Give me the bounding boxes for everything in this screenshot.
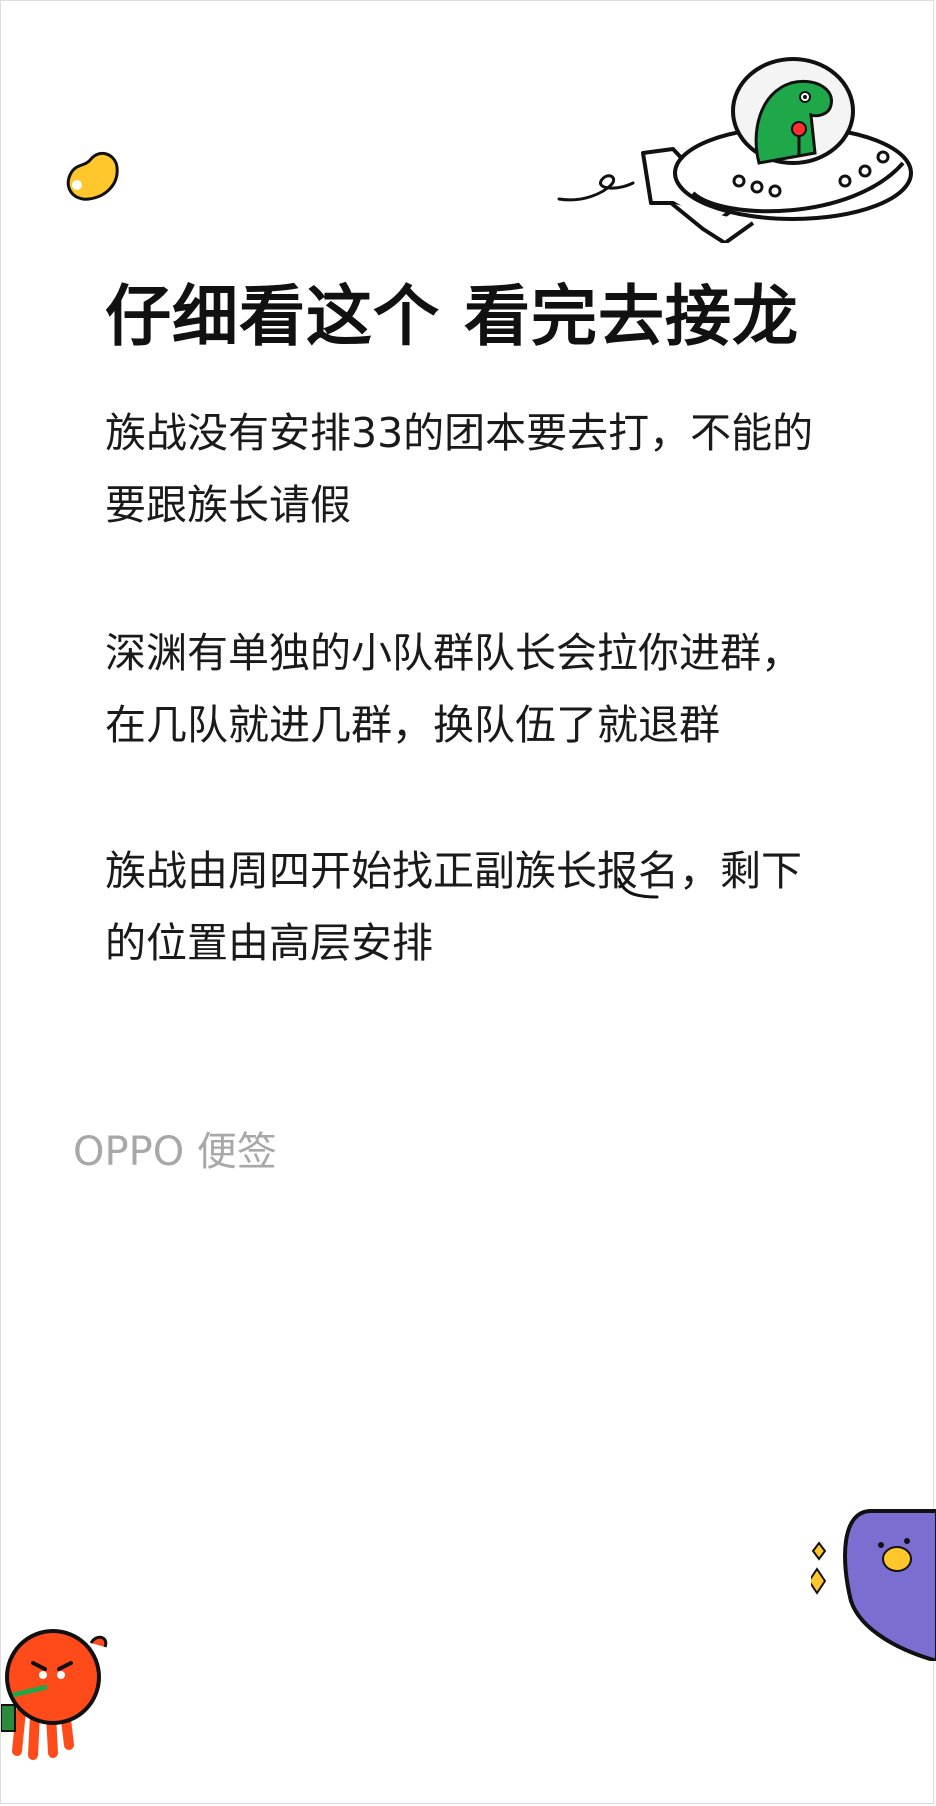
dinosaur-ufo-sticker: [557, 57, 913, 243]
note-paragraph-2: 深渊有单独的小队群队长会拉你进群， 在几队就进几群，换队伍了就退群: [105, 617, 845, 761]
yellow-bean-icon: [66, 151, 119, 201]
paragraph-line: 在几队就进几群，换队伍了就退群: [105, 701, 720, 749]
note-paragraph-3: 族战由周四开始找正副族长报名，剩下 的位置由高层安排: [105, 835, 845, 979]
orange-octopus-sticker: [1, 1629, 108, 1760]
paragraph-line: 族战没有安排33的团本要去打，不能的: [105, 409, 814, 457]
paragraph-line: 深渊有单独的小队群队长会拉你进群，: [105, 629, 802, 677]
paragraph-line: 族战由周四开始找正副族长报名，剩下: [105, 847, 802, 895]
purple-character-sticker: [811, 1509, 936, 1661]
paragraph-line: 的位置由高层安排: [105, 919, 433, 967]
note-page: 仔细看这个 看完去接龙 族战没有安排33的团本要去打，不能的 要跟族长请假 深渊…: [0, 0, 936, 1804]
paragraph-line: 要跟族长请假: [105, 481, 351, 529]
note-title: 仔细看这个 看完去接龙: [105, 278, 799, 355]
app-brand-label: OPPO 便签: [73, 1129, 277, 1175]
note-paragraph-1: 族战没有安排33的团本要去打，不能的 要跟族长请假: [105, 397, 845, 541]
pen-scribble-mark: [617, 877, 659, 899]
